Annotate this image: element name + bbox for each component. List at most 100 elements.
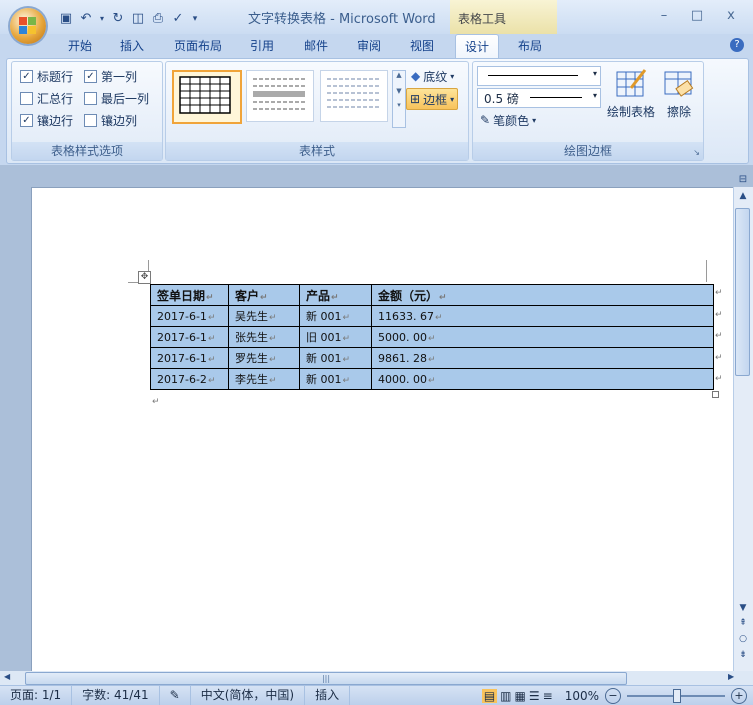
table-cell[interactable]: 张先生↵ xyxy=(228,326,300,348)
first-column-checkbox[interactable]: ✓ xyxy=(84,70,97,83)
table-cell[interactable]: 吴先生↵ xyxy=(228,305,300,327)
end-of-row-mark: ↵ xyxy=(715,310,723,320)
zoom-slider-thumb[interactable] xyxy=(673,688,681,703)
tab-review[interactable]: 审阅 xyxy=(357,37,381,54)
word-count[interactable]: 字数: 41/41 xyxy=(72,686,160,705)
zoom-in-icon[interactable]: + xyxy=(731,687,747,704)
office-button[interactable] xyxy=(10,8,46,44)
scroll-left-icon[interactable]: ◀ xyxy=(4,672,10,681)
previous-page-icon[interactable]: ⇞ xyxy=(735,618,751,628)
tab-layout[interactable]: 布局 xyxy=(518,37,542,54)
scroll-up-icon[interactable]: ▲ xyxy=(735,191,751,201)
draft-icon[interactable]: ≡ xyxy=(543,689,553,703)
table-cell[interactable]: 罗先生↵ xyxy=(228,347,300,369)
eraser-button[interactable]: 擦除 xyxy=(649,68,709,120)
maximize-button[interactable]: □ xyxy=(684,6,710,26)
undo-dropdown-icon[interactable]: ▾ xyxy=(98,11,106,27)
option-last-column[interactable]: 最后一列 xyxy=(84,90,149,107)
line-weight-combo[interactable]: 0.5 磅 ▾ xyxy=(477,88,601,108)
print-layout-icon[interactable]: ▤ xyxy=(481,688,498,703)
next-page-icon[interactable]: ⇟ xyxy=(735,650,751,660)
data-table[interactable]: 签单日期↵ 客户↵ 产品↵ 金额（元）↵ 2017-6-1↵ 吴先生↵ 新 00… xyxy=(150,284,714,390)
zoom-slider[interactable] xyxy=(627,688,725,703)
table-style-light[interactable] xyxy=(320,70,388,122)
tab-page-layout[interactable]: 页面布局 xyxy=(174,37,222,54)
zoom-out-icon[interactable]: − xyxy=(605,687,621,704)
tab-mailings[interactable]: 邮件 xyxy=(304,37,328,54)
table-cell[interactable]: 新 001↵ xyxy=(299,368,372,390)
option-total-row[interactable]: 汇总行 xyxy=(20,90,73,107)
gallery-up-icon[interactable]: ▲ xyxy=(393,71,405,79)
zoom-level[interactable]: 100% xyxy=(559,689,605,703)
horizontal-scroll-thumb[interactable]: ||| xyxy=(25,672,627,685)
outline-icon[interactable]: ☰ xyxy=(529,689,540,703)
pen-color-button[interactable]: ✎ 笔颜色 ▾ xyxy=(477,110,539,130)
table-header-cell[interactable]: 金额（元）↵ xyxy=(371,284,714,306)
ruler-toggle-icon[interactable]: ⊟ xyxy=(735,174,751,185)
banded-columns-checkbox[interactable] xyxy=(84,114,97,127)
language-indicator[interactable]: 中文(简体，中国) xyxy=(191,686,306,705)
table-cell[interactable]: 2017-6-1↵ xyxy=(150,326,229,348)
ribbon-panel: ✓ 标题行 ✓ 第一列 汇总行 最后一列 ✓ 镶边行 镶边列 表格样式选项 ▲ … xyxy=(6,58,749,164)
table-cell[interactable]: 新 001↵ xyxy=(299,305,372,327)
line-style-combo[interactable]: ▾ xyxy=(477,66,601,86)
table-cell[interactable]: 4000. 00↵ xyxy=(371,368,714,390)
table-header-cell[interactable]: 签单日期↵ xyxy=(150,284,229,306)
option-banded-columns[interactable]: 镶边列 xyxy=(84,112,137,129)
insert-mode[interactable]: 插入 xyxy=(305,686,351,705)
table-move-handle-icon[interactable]: ✥ xyxy=(138,271,151,284)
banded-rows-checkbox[interactable]: ✓ xyxy=(20,114,33,127)
table-style-shaded[interactable] xyxy=(246,70,314,122)
close-button[interactable]: x xyxy=(718,6,744,26)
gallery-more-icon[interactable]: ▾ xyxy=(393,101,405,109)
scroll-right-icon[interactable]: ▶ xyxy=(728,672,734,681)
select-browse-object-icon[interactable]: ○ xyxy=(735,634,751,644)
last-column-checkbox[interactable] xyxy=(84,92,97,105)
help-icon[interactable]: ? xyxy=(730,38,744,52)
option-banded-rows[interactable]: ✓ 镶边行 xyxy=(20,112,73,129)
tab-home[interactable]: 开始 xyxy=(68,37,92,54)
document-page[interactable] xyxy=(31,187,735,673)
proofing-icon[interactable]: ✎ xyxy=(160,686,191,705)
dialog-launcher-icon[interactable]: ↘ xyxy=(693,148,700,157)
table-resize-handle-icon[interactable] xyxy=(712,391,719,398)
option-first-column[interactable]: ✓ 第一列 xyxy=(84,68,137,85)
table-header-cell[interactable]: 产品↵ xyxy=(299,284,372,306)
shading-button[interactable]: ◆ 底纹 ▾ xyxy=(408,66,457,86)
full-screen-reading-icon[interactable]: ▥ xyxy=(500,689,511,703)
table-cell[interactable]: 新 001↵ xyxy=(299,347,372,369)
print-preview-icon[interactable]: ◫ xyxy=(130,11,146,27)
header-row-checkbox[interactable]: ✓ xyxy=(20,70,33,83)
redo-icon[interactable]: ↻ xyxy=(110,11,126,27)
table-cell[interactable]: 李先生↵ xyxy=(228,368,300,390)
table-style-grid[interactable] xyxy=(172,70,242,124)
web-layout-icon[interactable]: ▦ xyxy=(515,689,526,703)
vertical-scroll-thumb[interactable] xyxy=(735,208,750,376)
table-cell[interactable]: 2017-6-1↵ xyxy=(150,347,229,369)
tab-insert[interactable]: 插入 xyxy=(120,37,144,54)
gallery-scroll[interactable]: ▲ ▼ ▾ xyxy=(392,70,406,128)
borders-button[interactable]: ⊞ 边框 ▾ xyxy=(406,88,459,110)
undo-icon[interactable]: ↶ xyxy=(78,11,94,27)
save-icon[interactable]: ▣ xyxy=(58,11,74,27)
table-row: 2017-6-1↵ 罗先生↵ 新 001↵ 9861. 28↵ xyxy=(150,347,714,369)
spelling-icon[interactable]: ✓ xyxy=(170,11,186,27)
table-header-cell[interactable]: 客户↵ xyxy=(228,284,300,306)
scroll-down-icon[interactable]: ▼ xyxy=(735,603,751,613)
table-cell[interactable]: 2017-6-2↵ xyxy=(150,368,229,390)
table-cell[interactable]: 11633. 67↵ xyxy=(371,305,714,327)
tab-references[interactable]: 引用 xyxy=(250,37,274,54)
customize-qat-icon[interactable]: ▾ xyxy=(190,11,200,27)
table-cell[interactable]: 5000. 00↵ xyxy=(371,326,714,348)
total-row-checkbox[interactable] xyxy=(20,92,33,105)
table-cell[interactable]: 9861. 28↵ xyxy=(371,347,714,369)
table-cell[interactable]: 2017-6-1↵ xyxy=(150,305,229,327)
option-header-row[interactable]: ✓ 标题行 xyxy=(20,68,73,85)
page-count[interactable]: 页面: 1/1 xyxy=(0,686,73,705)
table-cell[interactable]: 旧 001↵ xyxy=(299,326,372,348)
minimize-button[interactable]: – xyxy=(651,6,677,26)
tab-view[interactable]: 视图 xyxy=(410,37,434,54)
gallery-down-icon[interactable]: ▼ xyxy=(393,87,405,95)
tab-design[interactable]: 设计 xyxy=(455,34,500,61)
print-icon[interactable]: ⎙ xyxy=(150,11,166,27)
